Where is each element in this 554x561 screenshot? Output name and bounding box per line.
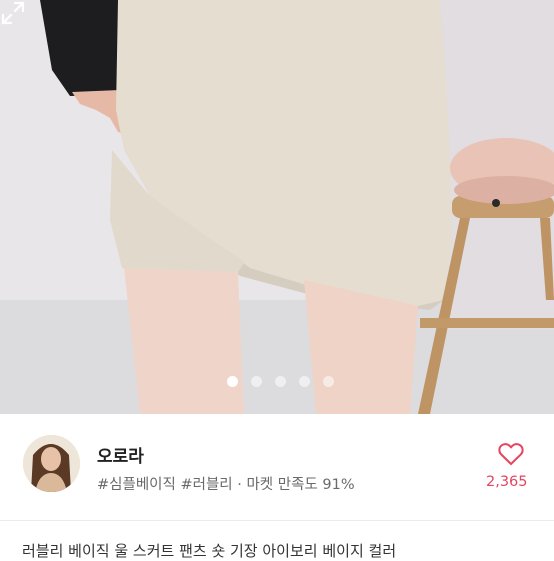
seller-section <box>0 414 554 524</box>
seller-name[interactable]: 오로라 <box>97 442 144 467</box>
divider <box>0 520 554 521</box>
pagination-dot[interactable] <box>227 376 238 387</box>
product-image[interactable] <box>0 0 554 414</box>
pagination-dot[interactable] <box>323 376 334 387</box>
pagination-dot[interactable] <box>299 376 310 387</box>
product-description: 러블리 베이직 울 스커트 팬츠 숏 기장 아이보리 베이지 컬러 <box>22 542 397 560</box>
seller-avatar[interactable] <box>23 435 80 492</box>
expand-icon[interactable] <box>0 0 26 26</box>
product-photo-illustration <box>0 0 554 414</box>
gallery-pagination <box>0 376 554 388</box>
avatar-image <box>23 435 80 492</box>
like-count: 2,365 <box>486 474 528 490</box>
pagination-dot[interactable] <box>275 376 286 387</box>
seller-tags: #심플베이직 #러블리 · 마켓 만족도 91% <box>97 473 355 494</box>
pagination-dot[interactable] <box>251 376 262 387</box>
market-satisfaction: 마켓 만족도 91% <box>246 477 355 493</box>
seller-tag[interactable]: #러블리 <box>180 477 232 493</box>
seller-tag[interactable]: #심플베이직 <box>97 477 176 493</box>
tag-separator: · <box>237 477 242 493</box>
heart-icon[interactable] <box>498 442 524 466</box>
